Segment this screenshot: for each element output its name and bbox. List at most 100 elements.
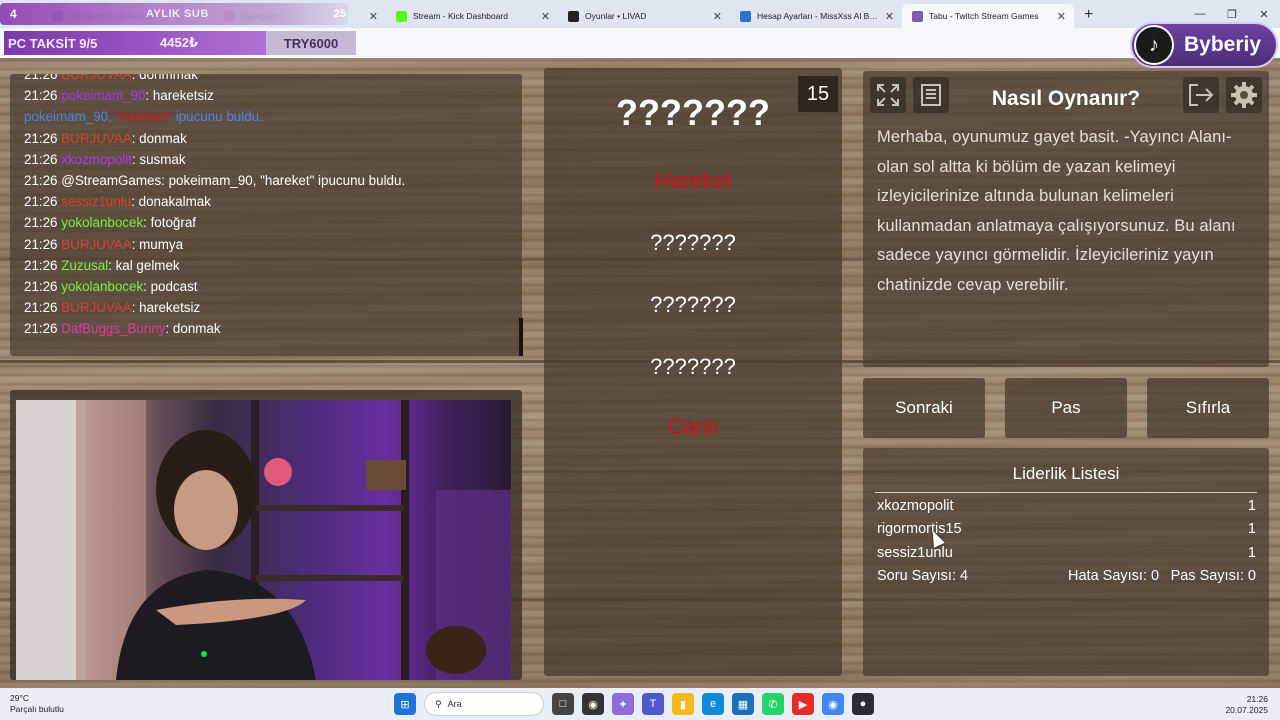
taskbar-search[interactable]: ⚲ Ara	[424, 692, 544, 716]
chat-username[interactable]: BURJUVAA	[61, 131, 131, 146]
chat-message-text: : donmmak	[131, 74, 198, 82]
webcam-video	[16, 400, 511, 680]
chat-message-text: : susmak	[131, 151, 186, 167]
chat-username[interactable]: xkozmopolit	[61, 152, 132, 167]
chat-timestamp: 21:26	[24, 236, 58, 252]
taboo-word: Canlı	[667, 414, 719, 439]
taksit-label: PC TAKSİT 9/5	[8, 35, 98, 51]
chat-timestamp: 21:26	[24, 279, 58, 295]
chat-username[interactable]: BURJUVAA	[61, 74, 131, 82]
leaderboard-score: 1	[1247, 521, 1256, 537]
chat-message: 21:26 yokolanbocek: podcast	[24, 276, 508, 297]
browser-tab[interactable]: Tabu - Twitch Stream Games ✕	[902, 4, 1074, 28]
chat-message-text: : donmak	[131, 130, 187, 146]
youtube-icon[interactable]: ▶	[792, 693, 814, 715]
document-icon[interactable]	[913, 77, 949, 113]
chat-message: 21:26 BURJUVAA: donmak	[24, 128, 508, 149]
windows-start-icon[interactable]: ⊞	[394, 693, 416, 715]
sub-goal-label: AYLIK SUB	[146, 8, 209, 20]
settings-gear-icon[interactable]	[1226, 77, 1262, 113]
byberiy-badge: ♪ Byberiy	[1130, 22, 1278, 68]
chat-message: 21:26 xkozmopolit: susmak	[24, 149, 508, 170]
new-tab-button[interactable]: +	[1074, 6, 1103, 28]
tab-favicon-icon	[568, 10, 579, 22]
taskbar-apps: ⊞ ⚲ Ara □ ◉ ✦ T ▮ e ▦ ✆ ▶ ◉ ●	[394, 692, 874, 716]
obs-icon[interactable]: ◉	[582, 693, 604, 715]
chat-message: 21:26 sessiz1unlu: donakalmak	[24, 191, 508, 212]
chat-message-text: : kal gelmek	[108, 257, 180, 273]
clock-date: 20.07.2025	[1225, 705, 1268, 715]
chat-message-text: : mumya	[131, 236, 184, 252]
chat-message-text: ipucunu buldu.	[171, 109, 263, 125]
weather-desc: Parçalı bulutlu	[10, 704, 64, 714]
search-icon: ⚲	[435, 698, 442, 709]
tab-favicon-icon	[912, 10, 923, 22]
taksit-goal-bar: PC TAKSİT 9/5 4452₺	[4, 31, 266, 55]
chat-timestamp: 21:26	[24, 194, 58, 210]
fullscreen-icon[interactable]	[870, 77, 906, 113]
chat-username[interactable]: BURJUVAA	[61, 237, 131, 252]
tab-title: Tabu - Twitch Stream Games	[929, 11, 1039, 21]
next-button[interactable]: Sonraki	[863, 378, 985, 438]
chat-scrollbar[interactable]	[519, 318, 523, 356]
chat-timestamp: 21:26	[24, 321, 58, 337]
chat-timestamp: 21:26	[24, 300, 58, 316]
exit-icon[interactable]	[1183, 77, 1219, 113]
chat-message: 21:26 yokolanbocek: fotoğraf	[24, 212, 508, 233]
app-icon[interactable]: ●	[852, 693, 874, 715]
pass-button[interactable]: Pas	[1005, 378, 1127, 438]
clock-time: 21:26	[1246, 694, 1268, 704]
close-tab-icon[interactable]: ✕	[541, 10, 550, 23]
close-tab-icon[interactable]: ✕	[713, 10, 722, 23]
chat-username[interactable]: BURJUVAA	[61, 300, 131, 315]
teams-icon[interactable]: T	[642, 693, 664, 715]
badge-name: Byberiy	[1184, 33, 1262, 56]
close-tab-icon[interactable]: ✕	[1057, 10, 1066, 23]
chat-message: 21:26 BURJUVAA: mumya	[24, 234, 508, 255]
how-to-play-text: Merhaba, oyunumuz gayet basit. -Yayıncı …	[877, 128, 1236, 294]
chat-message-text: : donakalmak	[131, 194, 211, 210]
chat-username[interactable]: yokolanbocek	[61, 279, 143, 294]
taboo-word: ???????	[650, 354, 736, 379]
close-tab-icon[interactable]: ✕	[369, 10, 378, 23]
chat-username[interactable]: pokeimam_90	[61, 88, 145, 103]
close-tab-icon[interactable]: ✕	[885, 10, 894, 23]
chat-message: 21:26 Zuzusal: kal gelmek	[24, 255, 508, 276]
chat-timestamp: 21:26	[24, 257, 58, 273]
tab-favicon-icon	[396, 10, 407, 22]
browser-tab[interactable]: Hesap Ayarları - MissXss Al Bo... ✕	[730, 4, 902, 28]
system-clock[interactable]: 21:26 20.07.2025	[1225, 694, 1268, 716]
chat-username[interactable]: @StreamGames	[61, 173, 161, 188]
chrome-icon[interactable]: ◉	[822, 693, 844, 715]
browser-tab[interactable]: Oyunlar • LIVAD ✕	[558, 4, 730, 28]
chat-message: 21:26 @StreamGames: pokeimam_90, "hareke…	[24, 170, 508, 191]
file-explorer-icon[interactable]: ▮	[672, 693, 694, 715]
main-word: ???????	[616, 92, 770, 133]
chat-username[interactable]: DafBuggs_Bunny	[61, 321, 165, 336]
chat-username[interactable]: sessiz1unlu	[61, 194, 131, 209]
chat-message-text: : hareketsiz	[131, 300, 201, 316]
copilot-icon[interactable]: ✦	[612, 693, 634, 715]
store-icon[interactable]: ▦	[732, 693, 754, 715]
chat-message: 21:26 BURJUVAA: hareketsiz	[24, 297, 508, 318]
chat-message: 21:26 pokeimam_90: hareketsiz	[24, 85, 508, 106]
taskbar: 29°C Parçalı bulutlu ⊞ ⚲ Ara □ ◉ ✦ T ▮ e…	[0, 688, 1280, 720]
chat-username[interactable]: Zuzusal	[61, 258, 108, 273]
whatsapp-icon[interactable]: ✆	[762, 693, 784, 715]
leaderboard-score: 1	[1247, 545, 1256, 561]
search-label: Ara	[447, 699, 462, 709]
chat-message: 21:26 DafBuggs_Bunny: donmak	[24, 318, 508, 339]
sub-count-left: 4	[10, 7, 17, 21]
taboo-word: ???????	[650, 292, 736, 317]
task-view-icon[interactable]: □	[552, 693, 574, 715]
weather-widget[interactable]: 29°C Parçalı bulutlu	[10, 693, 64, 715]
tab-title: Hesap Ayarları - MissXss Al Bo...	[757, 11, 879, 21]
sub-count-right: 25	[333, 8, 346, 20]
browser-tab[interactable]: Stream - Kick Dashboard ✕	[386, 4, 558, 28]
tab-title: Oyunlar • LIVAD	[585, 11, 647, 21]
question-count: Soru Sayısı: 4	[877, 568, 969, 584]
chat-message-text: : podcast	[143, 279, 198, 295]
reset-button[interactable]: Sıfırla	[1147, 378, 1269, 438]
edge-icon[interactable]: e	[702, 693, 724, 715]
chat-username[interactable]: yokolanbocek	[61, 215, 143, 230]
